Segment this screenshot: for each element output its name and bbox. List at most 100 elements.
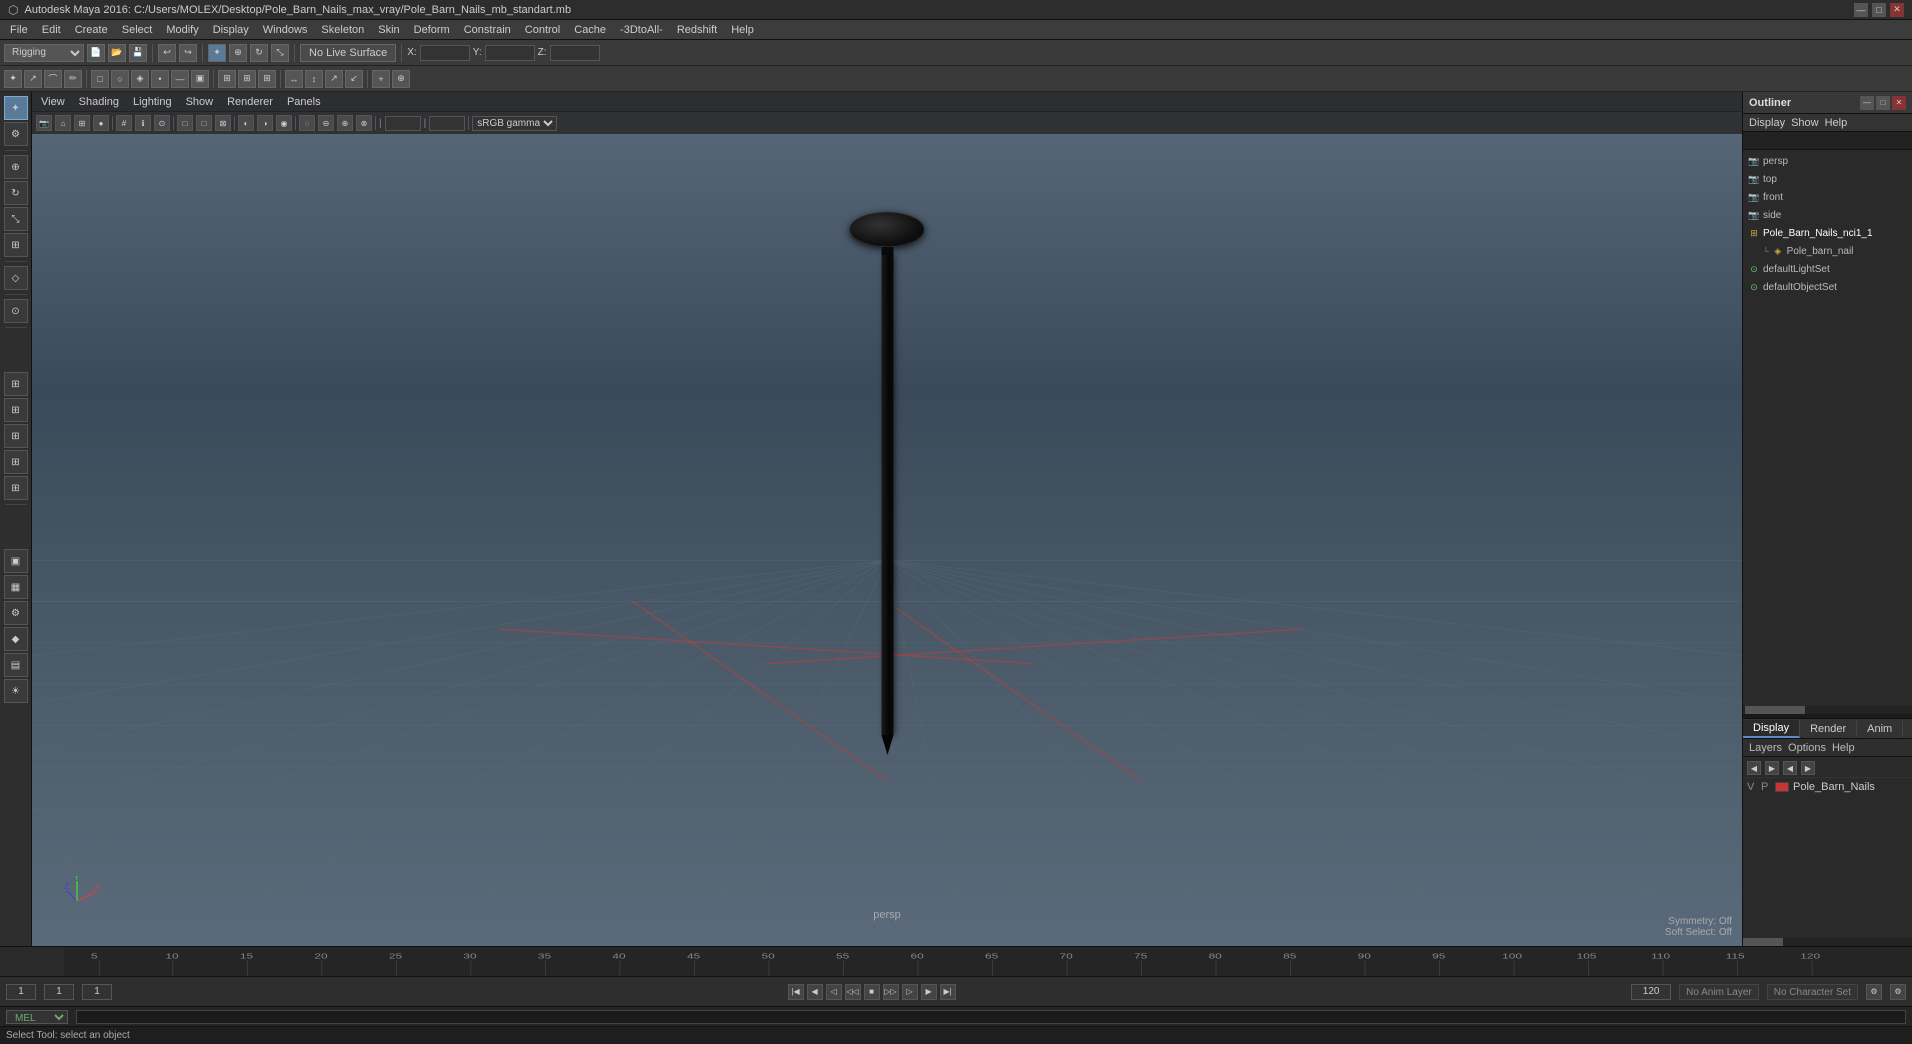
stop-btn[interactable]: ■ [864, 984, 880, 1000]
move-btn[interactable]: ⊕ [229, 44, 247, 62]
tree-item-front[interactable]: 📷 front [1743, 188, 1912, 206]
tool-snap3[interactable]: ⊞ [258, 70, 276, 88]
rotate-btn[interactable]: ↻ [250, 44, 268, 62]
scale-tool[interactable]: ⤡ [4, 207, 28, 231]
outliner-hscrollbar[interactable] [1743, 706, 1912, 714]
scale-btn[interactable]: ⤡ [271, 44, 289, 62]
goto-start-btn[interactable]: |◀ [788, 984, 804, 1000]
menu-skin[interactable]: Skin [372, 22, 405, 38]
paint-select-tool[interactable]: ⚙ [4, 122, 28, 146]
outliner-search-input[interactable] [1747, 135, 1908, 146]
menu-select[interactable]: Select [116, 22, 159, 38]
minimize-button[interactable]: — [1854, 3, 1868, 17]
menu-create[interactable]: Create [69, 22, 114, 38]
tool-xform3[interactable]: ↗ [325, 70, 343, 88]
out-menu-help[interactable]: Help [1825, 117, 1848, 129]
tool-xform5[interactable]: ⊕ [392, 70, 410, 88]
frame-current-input[interactable] [44, 984, 74, 1000]
new-scene-btn[interactable]: 📄 [87, 44, 105, 62]
display-hscrollbar[interactable] [1743, 938, 1912, 946]
snap-curve[interactable]: ⊞ [4, 398, 28, 422]
title-bar-controls[interactable]: — □ ✕ [1854, 3, 1904, 17]
tree-item-top[interactable]: 📷 top [1743, 170, 1912, 188]
vp-menu-shading[interactable]: Shading [76, 96, 122, 108]
menu-modify[interactable]: Modify [160, 22, 204, 38]
tool-paint[interactable]: ✏ [64, 70, 82, 88]
maximize-button[interactable]: □ [1872, 3, 1886, 17]
anim-settings-btn[interactable]: ⚙ [1866, 984, 1882, 1000]
outliner-minimize-btn[interactable]: — [1860, 96, 1874, 110]
menu-display[interactable]: Display [207, 22, 255, 38]
command-input[interactable] [76, 1010, 1906, 1024]
vp-ao-btn[interactable]: ◑ [257, 115, 273, 131]
y-input[interactable] [485, 45, 535, 61]
vp-smooth-btn[interactable]: ● [93, 115, 109, 131]
tree-item-default-obj-set[interactable]: ⊙ defaultObjectSet [1743, 278, 1912, 296]
vp-res1-btn[interactable]: □ [177, 115, 193, 131]
show-manip-tool[interactable]: ◇ [4, 266, 28, 290]
menu-deform[interactable]: Deform [408, 22, 456, 38]
goto-end-btn[interactable]: ▶| [940, 984, 956, 1000]
menu-edit[interactable]: Edit [36, 22, 67, 38]
tree-item-pole-nail[interactable]: └ ◈ Pole_barn_nail [1743, 242, 1912, 260]
tool-xform2[interactable]: ↕ [305, 70, 323, 88]
next-key-btn[interactable]: ▷ [902, 984, 918, 1000]
universal-tool[interactable]: ⊞ [4, 233, 28, 257]
menu-3dtoa[interactable]: -3DtoAll- [614, 22, 669, 38]
play-back-btn[interactable]: ◁◁ [845, 984, 861, 1000]
tool-vert[interactable]: • [151, 70, 169, 88]
dtab-anim[interactable]: Anim [1857, 721, 1903, 737]
tool-component[interactable]: ◈ [131, 70, 149, 88]
move-tool[interactable]: ⊕ [4, 155, 28, 179]
next-frame-btn[interactable]: ▶ [921, 984, 937, 1000]
render-region[interactable]: ▣ [4, 549, 28, 573]
tool-face[interactable]: ▣ [191, 70, 209, 88]
vp-wireframe-btn[interactable]: ⊞ [74, 115, 90, 131]
frame-marker-input[interactable] [82, 984, 112, 1000]
tree-item-persp[interactable]: 📷 persp [1743, 152, 1912, 170]
vp-shadow-btn[interactable]: ◐ [238, 115, 254, 131]
ipr-render[interactable]: ▦ [4, 575, 28, 599]
command-type-select[interactable]: MEL Python [6, 1010, 68, 1024]
timeline-ruler[interactable]: 5 10 15 20 25 30 35 40 45 50 55 60 65 [64, 947, 1912, 976]
snap-surface[interactable]: ⊞ [4, 450, 28, 474]
char-set-btn[interactable]: ⚙ [1890, 984, 1906, 1000]
vp-menu-show[interactable]: Show [183, 96, 217, 108]
snap-live[interactable]: ⊞ [4, 476, 28, 500]
save-btn[interactable]: 💾 [129, 44, 147, 62]
vp-menu-view[interactable]: View [38, 96, 68, 108]
out-menu-display[interactable]: Display [1749, 117, 1785, 129]
out-menu-show[interactable]: Show [1791, 117, 1819, 129]
render-settings[interactable]: ⚙ [4, 601, 28, 625]
vp-xray2-btn[interactable]: ⊖ [318, 115, 334, 131]
menu-help[interactable]: Help [725, 22, 760, 38]
redo-btn[interactable]: ↪ [179, 44, 197, 62]
menu-file[interactable]: File [4, 22, 34, 38]
tool-box-sel[interactable]: □ [91, 70, 109, 88]
vp-home-btn[interactable]: ⌂ [55, 115, 71, 131]
snap-point[interactable]: ⊞ [4, 424, 28, 448]
tool-xform4[interactable]: ↙ [345, 70, 363, 88]
tool-circle-sel[interactable]: ○ [111, 70, 129, 88]
mode-select[interactable]: Rigging [4, 44, 84, 62]
select-btn[interactable]: ✦ [208, 44, 226, 62]
dsub-layers[interactable]: Layers [1749, 742, 1782, 754]
tool-arrow[interactable]: ↗ [24, 70, 42, 88]
light-editor[interactable]: ☀ [4, 679, 28, 703]
vp-value-a[interactable]: 0.00 [385, 116, 421, 131]
soft-mod-tool[interactable]: ⊙ [4, 299, 28, 323]
menu-constrain[interactable]: Constrain [458, 22, 517, 38]
select-tool[interactable]: ✦ [4, 96, 28, 120]
open-btn[interactable]: 📂 [108, 44, 126, 62]
vp-xray4-btn[interactable]: ⊗ [356, 115, 372, 131]
undo-btn[interactable]: ↩ [158, 44, 176, 62]
menu-redshift[interactable]: Redshift [671, 22, 723, 38]
timeline[interactable]: 5 10 15 20 25 30 35 40 45 50 55 60 65 [0, 946, 1912, 976]
frame-end-input[interactable] [1631, 984, 1671, 1000]
dsub-options[interactable]: Options [1788, 742, 1826, 754]
dtab-display[interactable]: Display [1743, 720, 1800, 738]
tool-plus[interactable]: + [372, 70, 390, 88]
vp-aa-btn[interactable]: ◉ [276, 115, 292, 131]
tool-xform[interactable]: ↔ [285, 70, 303, 88]
frame-start-input[interactable] [6, 984, 36, 1000]
